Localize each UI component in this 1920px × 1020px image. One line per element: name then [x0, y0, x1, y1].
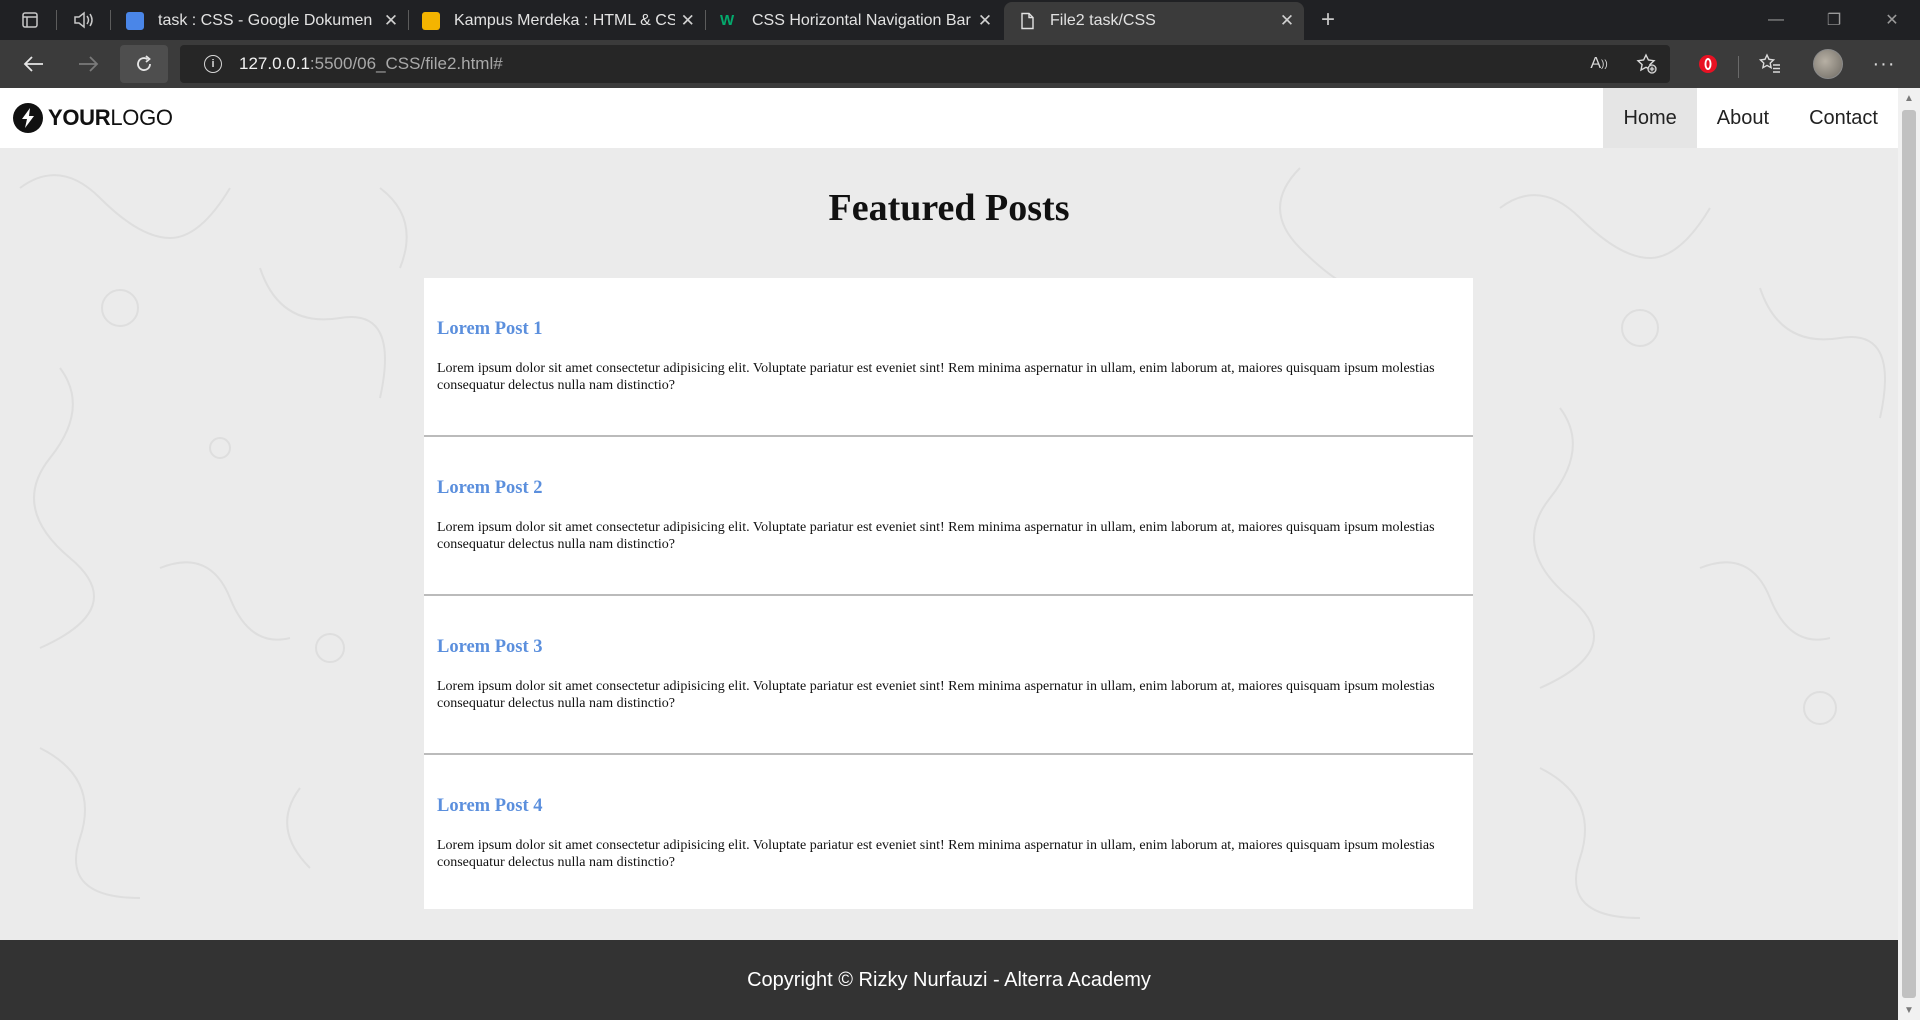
scroll-up-arrow-icon[interactable]: ▲	[1898, 88, 1920, 108]
extension-icon[interactable]	[1688, 45, 1728, 83]
document-icon	[1018, 12, 1036, 30]
tab-separator	[110, 10, 111, 30]
post-body: Lorem ipsum dolor sit amet consectetur a…	[437, 838, 1435, 870]
page-scrollbar[interactable]: ▲ ▼	[1898, 88, 1920, 1020]
close-icon[interactable]: ✕	[378, 11, 404, 31]
browser-tab-bar: task : CSS - Google Dokumen ✕ Kampus Mer…	[0, 0, 1920, 40]
back-arrow-icon[interactable]	[14, 45, 54, 83]
tab-w3schools[interactable]: W CSS Horizontal Navigation Bar ✕	[706, 2, 1002, 40]
menu-item-contact[interactable]: Contact	[1789, 88, 1898, 148]
menu-item-about[interactable]: About	[1697, 88, 1789, 148]
add-favorite-icon[interactable]	[1627, 45, 1667, 83]
tab-title: task : CSS - Google Dokumen	[158, 12, 373, 29]
site-logo[interactable]: YOURLOGO	[13, 103, 173, 133]
tab-google-docs[interactable]: task : CSS - Google Dokumen ✕	[112, 2, 408, 40]
footer-copyright: Copyright © Rizky Nurfauzi - Alterra Aca…	[747, 968, 1151, 991]
tab-title: Kampus Merdeka : HTML & CSS	[454, 12, 676, 29]
address-bar[interactable]: i 127.0.0.1:5500/06_CSS/file2.html#	[180, 45, 1670, 83]
address-host: 127.0.0.1	[239, 54, 310, 73]
main-menu: Home About Contact	[1603, 88, 1898, 148]
site-footer: Copyright © Rizky Nurfauzi - Alterra Aca…	[0, 940, 1898, 1020]
google-slides-icon	[422, 12, 440, 30]
restore-icon[interactable]: ❐	[1806, 0, 1862, 40]
profile-avatar[interactable]	[1808, 45, 1848, 83]
post-title: Lorem Post 3	[437, 637, 543, 657]
post-title: Lorem Post 4	[437, 796, 543, 816]
menu-item-home[interactable]: Home	[1603, 88, 1697, 148]
google-docs-icon	[126, 12, 144, 30]
post-card: Lorem Post 3 Lorem ipsum dolor sit amet …	[424, 596, 1473, 755]
close-icon[interactable]: ✕	[675, 11, 700, 31]
tab-title: File2 task/CSS	[1050, 12, 1156, 29]
scrollbar-thumb[interactable]	[1902, 110, 1916, 998]
site-info-icon[interactable]: i	[204, 55, 222, 73]
post-card: Lorem Post 2 Lorem ipsum dolor sit amet …	[424, 437, 1473, 596]
new-tab-icon[interactable]: +	[1310, 0, 1346, 40]
w3schools-icon: W	[720, 12, 735, 29]
post-body: Lorem ipsum dolor sit amet consectetur a…	[437, 520, 1435, 552]
logo-text: YOURLOGO	[48, 105, 173, 131]
tab-separator	[56, 10, 57, 30]
read-aloud-icon[interactable]: A))	[1579, 45, 1619, 83]
browser-toolbar: i 127.0.0.1:5500/06_CSS/file2.html# A)) …	[0, 40, 1920, 88]
site-navbar: YOURLOGO Home About Contact	[0, 88, 1898, 148]
logo-text-regular: LOGO	[110, 105, 173, 130]
post-card: Lorem Post 4 Lorem ipsum dolor sit amet …	[424, 755, 1473, 909]
web-page: YOURLOGO Home About Contact Featured Pos…	[0, 88, 1898, 1020]
toolbar-separator	[1738, 56, 1739, 78]
tab-kampus-merdeka[interactable]: Kampus Merdeka : HTML & CSS ✕	[408, 2, 704, 40]
close-icon[interactable]: ✕	[1274, 11, 1300, 31]
tab-actions-icon[interactable]	[12, 0, 48, 40]
tab-title: CSS Horizontal Navigation Bar	[752, 12, 971, 29]
page-title: Featured Posts	[828, 187, 1070, 229]
scroll-down-arrow-icon[interactable]: ▼	[1898, 1000, 1920, 1020]
post-title: Lorem Post 1	[437, 319, 543, 339]
posts-list: Lorem Post 1 Lorem ipsum dolor sit amet …	[424, 278, 1473, 909]
more-options-icon[interactable]: ···	[1864, 45, 1904, 83]
post-card: Lorem Post 1 Lorem ipsum dolor sit amet …	[424, 278, 1473, 437]
tab-file2-active[interactable]: File2 task/CSS ✕	[1004, 2, 1304, 40]
address-path: :5500/06_CSS/file2.html#	[309, 54, 503, 73]
reload-icon[interactable]	[120, 45, 168, 83]
minimize-icon[interactable]: —	[1748, 0, 1804, 40]
close-icon[interactable]: ✕	[972, 11, 998, 31]
lightning-bolt-icon	[13, 103, 43, 133]
post-body: Lorem ipsum dolor sit amet consectetur a…	[437, 361, 1435, 393]
window-close-icon[interactable]: ✕	[1864, 0, 1920, 40]
favorites-icon[interactable]	[1750, 45, 1790, 83]
speaker-icon[interactable]	[64, 0, 104, 40]
post-title: Lorem Post 2	[437, 478, 543, 498]
logo-text-bold: YOUR	[48, 105, 111, 130]
post-body: Lorem ipsum dolor sit amet consectetur a…	[437, 679, 1435, 711]
forward-arrow-icon[interactable]	[68, 45, 108, 83]
